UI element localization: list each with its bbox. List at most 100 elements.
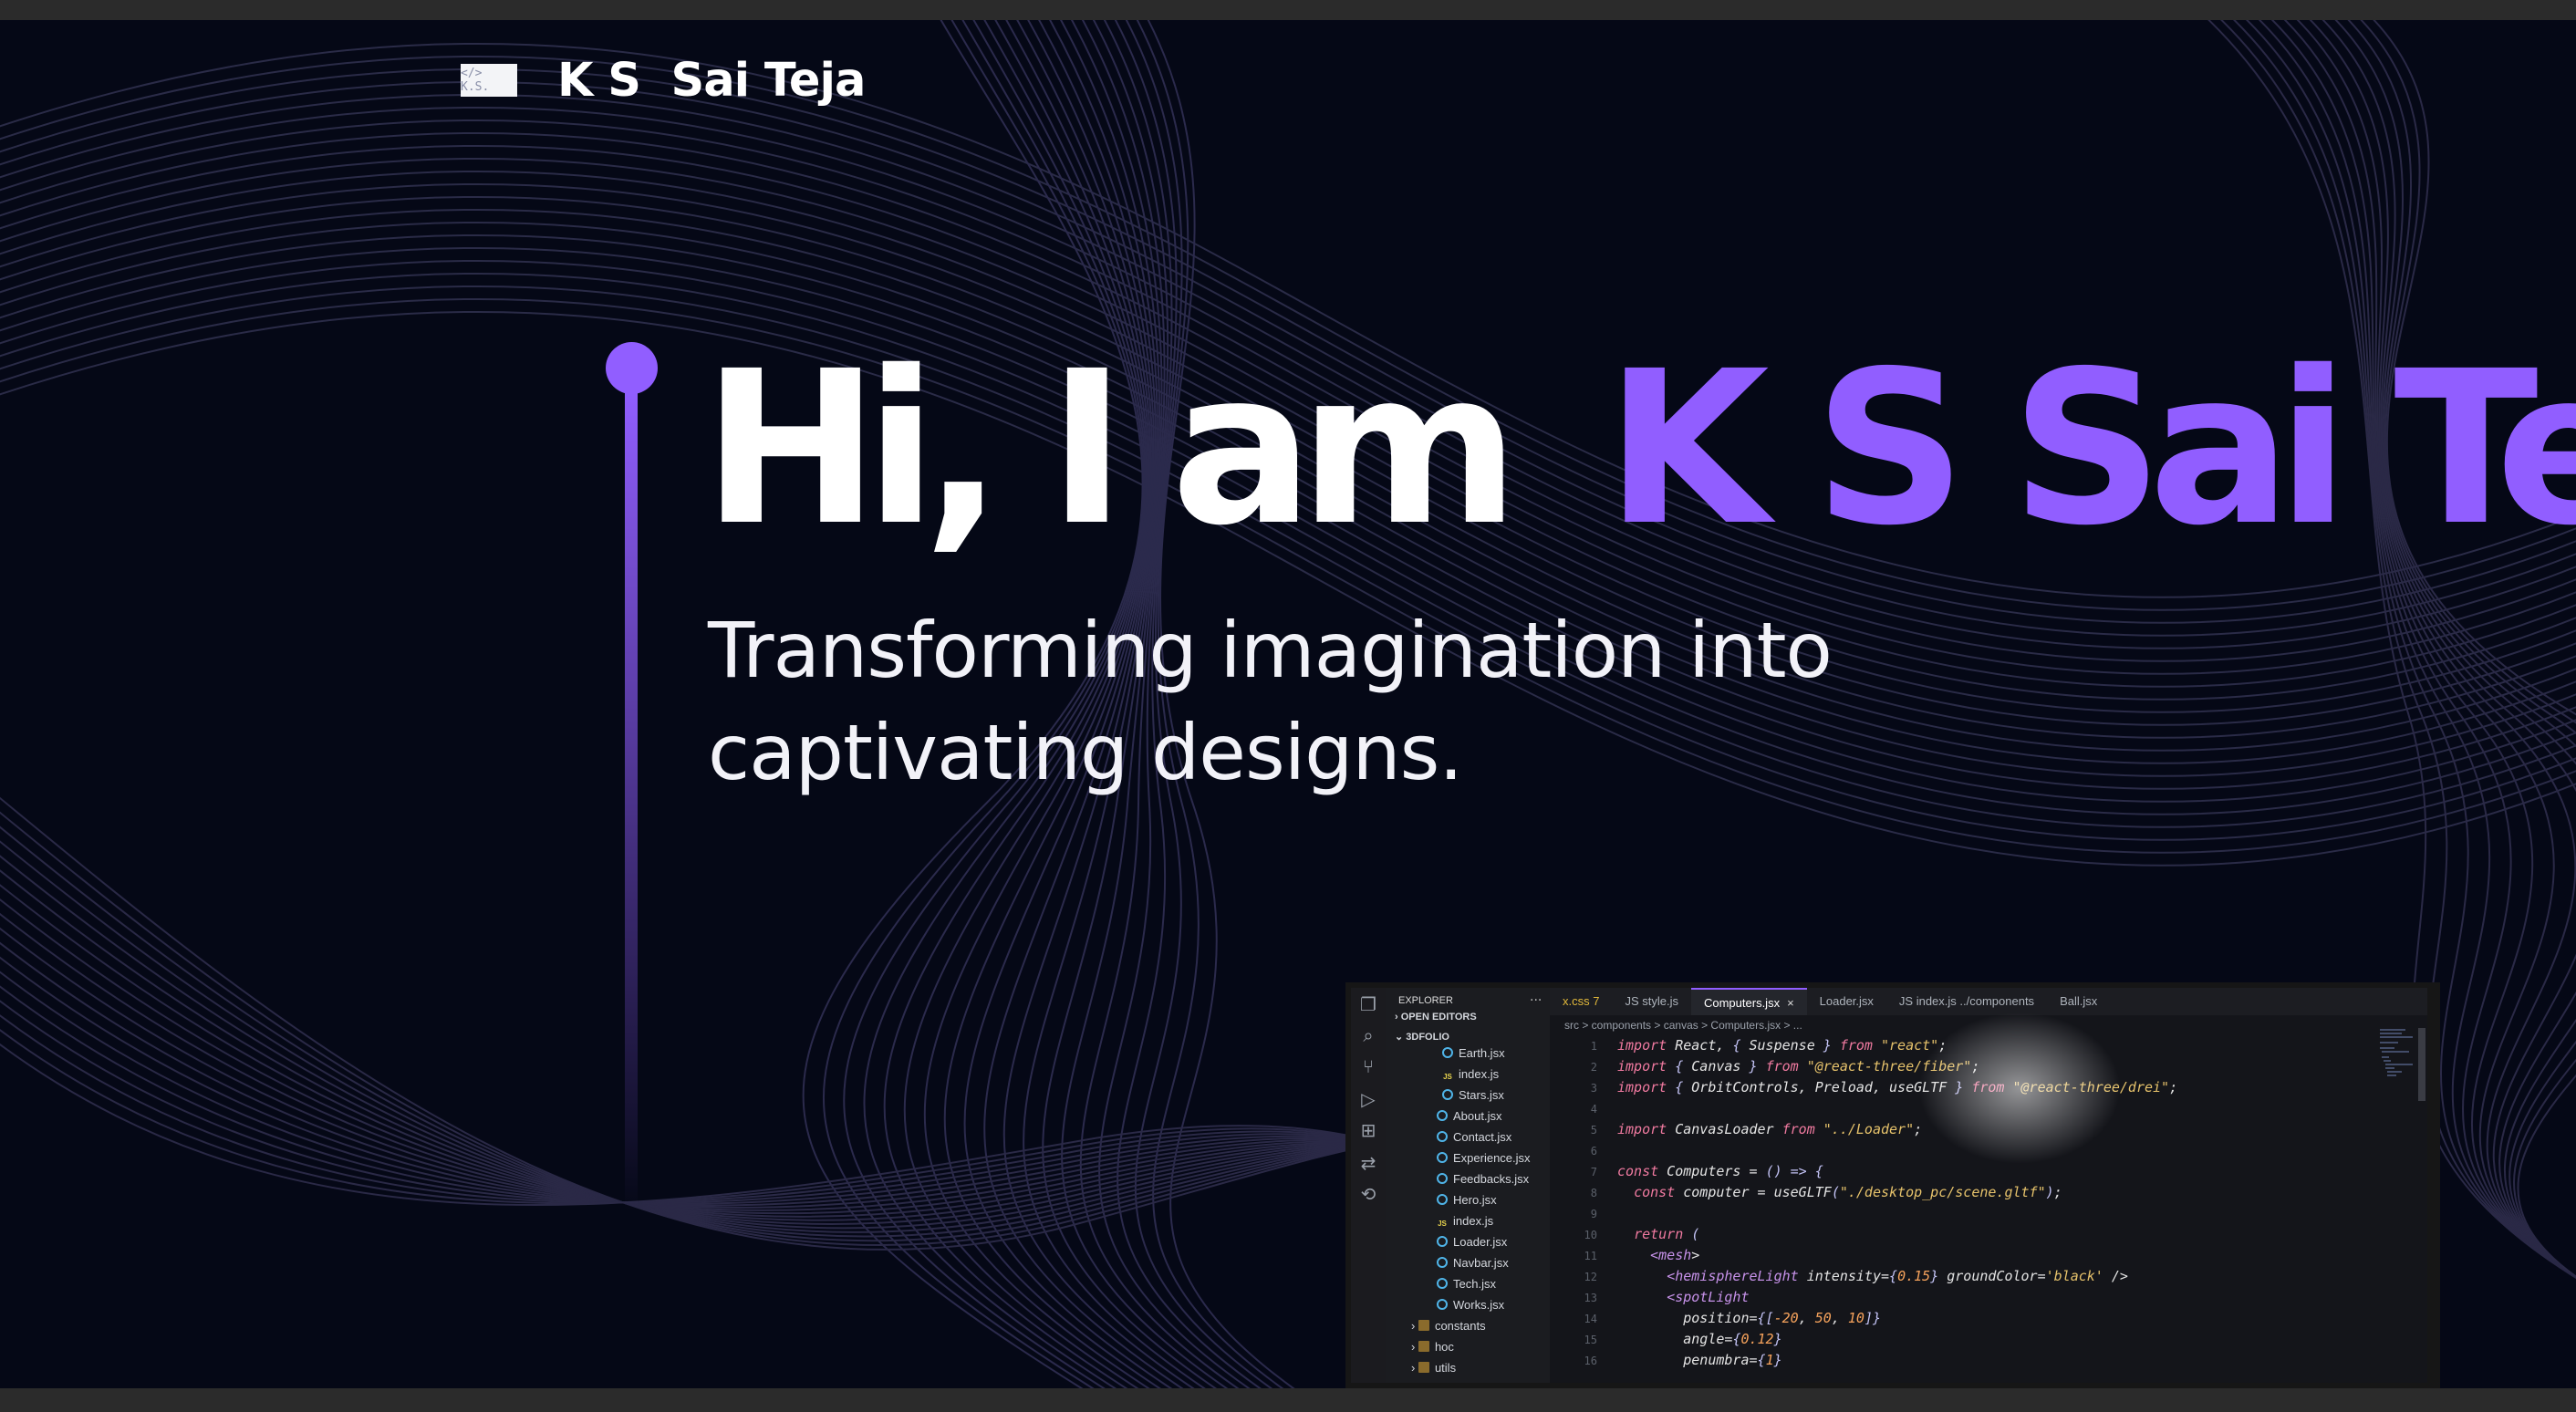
line-number: 3 — [1590, 1082, 1597, 1095]
file-tree-item-label: constants — [1434, 1319, 1486, 1333]
editor-scrollbar[interactable] — [2418, 1028, 2425, 1101]
js-file-icon: JS — [1443, 1073, 1452, 1081]
file-tree-item-label: Stars.jsx — [1459, 1088, 1504, 1102]
react-file-icon — [1437, 1194, 1448, 1205]
file-tree-item-label: index.js — [1459, 1067, 1500, 1081]
line-number: 2 — [1590, 1061, 1597, 1074]
file-tree-item[interactable]: Experience.jsx — [1437, 1151, 1531, 1166]
line-number: 14 — [1584, 1313, 1597, 1325]
explorer-panel: EXPLORER ··· › OPEN EDITORS ⌄ 3DFOLIO Ea… — [1386, 988, 1550, 1383]
search-icon: ⌕ — [1363, 1024, 1374, 1046]
react-file-icon — [1437, 1257, 1448, 1268]
line-number: 9 — [1590, 1208, 1597, 1220]
file-tree-item[interactable]: Hero.jsx — [1437, 1193, 1497, 1208]
file-tree-item-label: Works.jsx — [1453, 1298, 1505, 1312]
file-tree-item-label: Experience.jsx — [1453, 1151, 1531, 1165]
editor-tab-label: x.css 7 — [1563, 994, 1600, 1008]
activity-bar: ❐ ⌕ ⑂ ▷ ⊞ ⇄ ⟲ — [1351, 988, 1386, 1383]
code-line: 12 <hemisphereLight intensity={0.15} gro… — [1550, 1266, 2427, 1287]
file-tree-item-label: Hero.jsx — [1453, 1193, 1497, 1207]
file-tree-item[interactable]: Works.jsx — [1437, 1298, 1504, 1313]
react-file-icon — [1437, 1173, 1448, 1184]
file-tree-item[interactable]: › hoc — [1411, 1340, 1454, 1355]
file-tree-item-label: Loader.jsx — [1453, 1235, 1508, 1249]
minimap — [2380, 1029, 2413, 1076]
react-file-icon — [1437, 1278, 1448, 1289]
project-folder-label: 3DFOLIO — [1406, 1032, 1449, 1043]
window-bottom-bar — [0, 1388, 2576, 1412]
line-number: 13 — [1584, 1292, 1597, 1304]
react-file-icon — [1437, 1299, 1448, 1310]
open-editors-label: OPEN EDITORS — [1400, 1012, 1477, 1023]
code-line: 9 — [1550, 1203, 2427, 1224]
files-icon: ❐ — [1360, 993, 1376, 1015]
code-line: 14 position={[-20, 50, 10]} — [1550, 1308, 2427, 1329]
file-tree-item[interactable]: JS index.js — [1442, 1067, 1499, 1083]
file-tree-item-label: Navbar.jsx — [1453, 1256, 1509, 1270]
source-control-icon: ⑂ — [1363, 1055, 1374, 1077]
line-number: 8 — [1590, 1187, 1597, 1199]
code-text: return ( — [1634, 1226, 1700, 1242]
react-file-icon — [1442, 1089, 1453, 1100]
editor-tab-label: Ball.jsx — [2060, 994, 2098, 1008]
line-number: 1 — [1590, 1040, 1597, 1053]
code-text: position={[-20, 50, 10]} — [1617, 1310, 1881, 1326]
code-editor-screenshot: ❐ ⌕ ⑂ ▷ ⊞ ⇄ ⟲ EXPLORER ··· › OPEN EDITOR… — [1345, 982, 2440, 1388]
editor-tab[interactable]: Loader.jsx — [1807, 988, 1886, 1015]
file-tree-item[interactable]: Loader.jsx — [1437, 1235, 1507, 1250]
file-tree-item[interactable]: Stars.jsx — [1442, 1088, 1504, 1103]
file-tree-item-label: index.js — [1453, 1214, 1494, 1228]
react-file-icon — [1437, 1110, 1448, 1121]
code-line: 15 angle={0.12} — [1550, 1329, 2427, 1350]
hero-subtitle: Transforming imagination into captivatin… — [708, 599, 1985, 804]
line-number: 11 — [1584, 1250, 1597, 1262]
breadcrumb: src > components > canvas > Computers.js… — [1564, 1019, 1802, 1032]
file-tree-item[interactable]: Contact.jsx — [1437, 1130, 1511, 1145]
code-line: 11 <mesh> — [1550, 1245, 2427, 1266]
file-tree-item[interactable]: Navbar.jsx — [1437, 1256, 1509, 1271]
line-number: 16 — [1584, 1355, 1597, 1367]
code-text: angle={0.12} — [1617, 1331, 1782, 1347]
hero-accent-line — [625, 390, 638, 1211]
extensions-icon: ⊞ — [1360, 1119, 1376, 1141]
code-text: import CanvasLoader from "../Loader"; — [1617, 1121, 1923, 1137]
react-file-icon — [1442, 1047, 1453, 1058]
file-tree-item[interactable]: Feedbacks.jsx — [1437, 1172, 1529, 1187]
editor-tab[interactable]: JS style.js — [1612, 988, 1691, 1015]
brand-name[interactable]: K S Sai Teja — [557, 54, 866, 108]
file-tree-item[interactable]: › constants — [1411, 1319, 1486, 1334]
file-tree-item-label: About.jsx — [1453, 1109, 1502, 1123]
editor-tab[interactable]: x.css 7 — [1550, 988, 1612, 1015]
close-icon[interactable]: × — [1787, 996, 1794, 1010]
project-folder: ⌄ 3DFOLIO — [1395, 1032, 1449, 1043]
file-tree-item[interactable]: Tech.jsx — [1437, 1277, 1496, 1292]
editor-tab[interactable]: Computers.jsx × — [1690, 988, 1807, 1015]
code-line: 8 const computer = useGLTF("./desktop_pc… — [1550, 1182, 2427, 1203]
js-file-icon: JS — [1438, 1220, 1447, 1228]
file-tree-item[interactable]: Earth.jsx — [1442, 1046, 1505, 1061]
site-logo[interactable]: </> K.S. — [461, 64, 517, 97]
file-tree-item[interactable]: JS index.js — [1437, 1214, 1493, 1230]
line-number: 12 — [1584, 1271, 1597, 1283]
code-text: <spotLight — [1667, 1289, 1750, 1305]
line-number: 15 — [1584, 1334, 1597, 1346]
hero-name: K S Sai Teja — [1605, 326, 2576, 572]
file-tree-item-label: Earth.jsx — [1459, 1046, 1505, 1060]
file-tree-item[interactable]: › utils — [1411, 1361, 1456, 1376]
screen-glare — [1910, 1006, 2129, 1170]
line-number: 5 — [1590, 1124, 1597, 1137]
timeline-icon: ⟲ — [1360, 1183, 1376, 1205]
code-text: <mesh> — [1650, 1247, 1700, 1263]
file-tree-item[interactable]: About.jsx — [1437, 1109, 1501, 1124]
react-file-icon — [1437, 1236, 1448, 1247]
line-number: 7 — [1590, 1166, 1597, 1178]
code-text: <hemisphereLight intensity={0.15} ground… — [1667, 1268, 2128, 1284]
explorer-title: EXPLORER — [1398, 995, 1453, 1006]
code-text: penumbra={1} — [1617, 1352, 1782, 1368]
react-file-icon — [1437, 1152, 1448, 1163]
navbar: </> K.S. K S Sai Teja — [461, 53, 866, 108]
code-text: const computer = useGLTF("./desktop_pc/s… — [1634, 1184, 2062, 1200]
file-tree-item-label: Tech.jsx — [1453, 1277, 1496, 1291]
hero-subtitle-line-2: captivating designs. — [708, 708, 1463, 797]
react-file-icon — [1437, 1131, 1448, 1142]
